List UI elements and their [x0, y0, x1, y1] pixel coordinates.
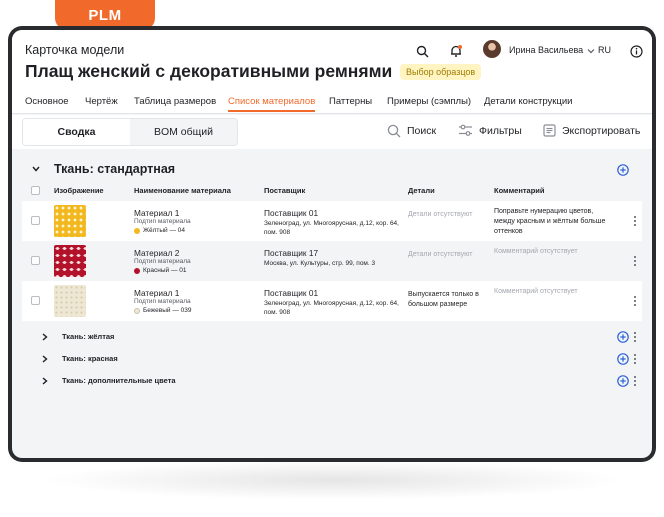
- supplier-name: Поставщик 01: [264, 208, 319, 218]
- more-icon[interactable]: [630, 352, 640, 366]
- filters-button[interactable]: Фильтры: [458, 124, 522, 137]
- plm-label: PLM: [88, 6, 122, 24]
- toolbar: Сводка BOM общий Поиск Фильтры Экспортир…: [12, 115, 652, 149]
- export-button[interactable]: Экспортировать: [543, 124, 640, 137]
- notification-icon[interactable]: [447, 42, 465, 60]
- color-name: Красный — 01: [143, 267, 187, 274]
- comment-text: Комментарий отсутствует: [494, 288, 578, 295]
- color-name: Жёлтый — 04: [143, 227, 186, 234]
- color-swatch: [134, 307, 140, 314]
- supplier-address: Зеленоград, ул. Многоярусная, д.12, кор.…: [264, 220, 399, 236]
- filter-icon: [459, 124, 472, 136]
- column-material: Наименование материала: [134, 186, 231, 195]
- column-comment: Комментарий: [494, 186, 545, 195]
- group-label: Ткань: жёлтая: [62, 332, 115, 341]
- details-text: Выпускается только в большом размере: [408, 291, 479, 308]
- search-icon[interactable]: [413, 42, 431, 60]
- page-subtitle: Карточка модели: [25, 43, 125, 57]
- app-screen: Карточка модели Плащ женский с декоратив…: [12, 30, 652, 458]
- tab-samples[interactable]: Примеры (сэмплы): [387, 96, 471, 107]
- tab-construction-details[interactable]: Детали конструкции: [484, 96, 572, 107]
- add-icon[interactable]: [617, 164, 629, 176]
- more-icon[interactable]: [630, 374, 640, 388]
- view-switch: Сводка BOM общий: [22, 118, 238, 146]
- material-color: Красный — 01: [134, 267, 187, 274]
- comment-text: Комментарий отсутствует: [494, 248, 578, 255]
- group-row[interactable]: Ткань: красная: [12, 351, 652, 367]
- chevron-right-icon[interactable]: [42, 377, 48, 385]
- segment-bom[interactable]: BOM общий: [130, 119, 237, 145]
- device-shadow: [40, 460, 630, 500]
- tab-size-table[interactable]: Таблица размеров: [134, 96, 216, 107]
- language-switch[interactable]: RU: [598, 45, 611, 55]
- user-name[interactable]: Ирина Васильева: [509, 45, 583, 55]
- more-icon[interactable]: [630, 214, 640, 228]
- tab-main[interactable]: Основное: [25, 96, 69, 107]
- material-color: Бежевый — 039: [134, 307, 191, 314]
- column-details: Детали: [408, 186, 435, 195]
- device-frame: Карточка модели Плащ женский с декоратив…: [8, 26, 656, 462]
- fabric-thumbnail[interactable]: [54, 285, 86, 317]
- column-image: Изображение: [54, 186, 104, 195]
- tab-bar: Основное Чертёж Таблица размеров Список …: [12, 92, 652, 114]
- table-row[interactable]: Материал 1 Подтип материала Бежевый — 03…: [22, 281, 642, 321]
- chevron-right-icon[interactable]: [42, 333, 48, 341]
- page-title: Плащ женский с декоративными ремнями: [25, 61, 393, 81]
- tab-drawing[interactable]: Чертёж: [85, 96, 118, 107]
- table-row[interactable]: Материал 2 Подтип материала Красный — 01…: [22, 241, 642, 281]
- chevron-right-icon[interactable]: [42, 355, 48, 363]
- group-row[interactable]: Ткань: дополнительные цвета: [12, 373, 652, 389]
- column-supplier: Поставщик: [264, 186, 306, 195]
- color-swatch: [134, 267, 140, 274]
- select-all-checkbox[interactable]: [31, 186, 40, 195]
- row-checkbox[interactable]: [31, 296, 40, 305]
- search-icon: [387, 124, 401, 138]
- details-text: Детали отсутствуют: [408, 211, 473, 218]
- material-subtype: Подтип материала: [134, 218, 191, 225]
- details-text: Детали отсутствуют: [408, 251, 473, 258]
- table-row[interactable]: Материал 1 Подтип материала Жёлтый — 04 …: [22, 201, 642, 241]
- material-subtype: Подтип материала: [134, 258, 191, 265]
- color-name: Бежевый — 039: [143, 307, 192, 314]
- material-name: Материал 1: [134, 288, 180, 298]
- avatar[interactable]: [483, 40, 501, 58]
- search-label: Поиск: [407, 125, 437, 137]
- search-button[interactable]: Поиск: [387, 124, 436, 138]
- more-icon[interactable]: [630, 254, 640, 268]
- add-icon[interactable]: [617, 331, 629, 343]
- tab-patterns[interactable]: Паттерны: [329, 96, 372, 107]
- supplier-name: Поставщик 01: [264, 288, 319, 298]
- supplier-name: Поставщик 17: [264, 248, 319, 258]
- fabric-thumbnail[interactable]: [54, 245, 86, 277]
- section-header: Ткань: стандартная: [12, 160, 652, 180]
- material-subtype: Подтип материала: [134, 298, 191, 305]
- supplier-address: Зеленоград, ул. Многоярусная, д.12, кор.…: [264, 300, 399, 316]
- section-title: Ткань: стандартная: [54, 162, 176, 176]
- group-label: Ткань: красная: [62, 354, 118, 363]
- tab-materials[interactable]: Список материалов: [228, 96, 316, 112]
- comment-text: Поправьте нумерацию цветов, между красны…: [494, 208, 606, 235]
- add-icon[interactable]: [617, 375, 629, 387]
- document-icon: [543, 124, 556, 137]
- material-name: Материал 1: [134, 208, 180, 218]
- material-name: Материал 2: [134, 248, 180, 258]
- export-label: Экспортировать: [562, 124, 641, 137]
- row-checkbox[interactable]: [31, 256, 40, 265]
- add-icon[interactable]: [617, 353, 629, 365]
- fabric-thumbnail[interactable]: [54, 205, 86, 237]
- group-row[interactable]: Ткань: жёлтая: [12, 329, 652, 345]
- row-checkbox[interactable]: [31, 216, 40, 225]
- more-icon[interactable]: [630, 330, 640, 344]
- color-swatch: [134, 227, 140, 234]
- filters-label: Фильтры: [479, 124, 522, 137]
- table-header: Изображение Наименование материала Поста…: [22, 182, 642, 200]
- chevron-down-icon[interactable]: [32, 166, 40, 172]
- material-color: Жёлтый — 04: [134, 227, 185, 234]
- group-label: Ткань: дополнительные цвета: [62, 376, 176, 385]
- segment-summary[interactable]: Сводка: [23, 119, 130, 145]
- info-icon[interactable]: [627, 42, 645, 60]
- more-icon[interactable]: [630, 294, 640, 308]
- status-badge[interactable]: Выбор образцов: [400, 64, 482, 80]
- supplier-address: Москва, ул. Культуры, стр. 99, пом. 3: [264, 260, 376, 267]
